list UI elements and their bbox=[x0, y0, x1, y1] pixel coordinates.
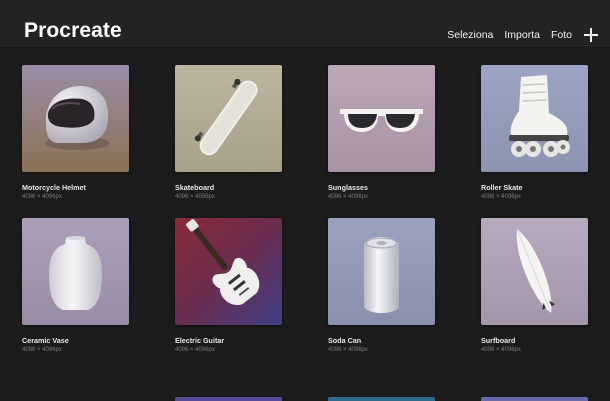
artwork-title: Ceramic Vase bbox=[22, 336, 69, 345]
artwork-size: 4096 × 4096px bbox=[22, 194, 62, 200]
artwork-card[interactable]: Soda Can 4096 × 4096px bbox=[328, 218, 435, 353]
artwork-size: 4096 × 4096px bbox=[22, 347, 62, 353]
artwork-card[interactable]: Skateboard 4096 × 4096px bbox=[175, 65, 282, 200]
artwork-title: Electric Guitar bbox=[175, 336, 225, 345]
app-title: Procreate bbox=[24, 19, 122, 42]
artwork-thumbnail[interactable] bbox=[481, 65, 588, 172]
import-button[interactable]: Importa bbox=[504, 29, 540, 41]
artwork-card[interactable]: Motorcycle Helmet 4096 × 4096px bbox=[22, 65, 129, 200]
artwork-thumbnail-partial[interactable] bbox=[175, 397, 282, 401]
artwork-thumbnail-partial[interactable] bbox=[328, 397, 435, 401]
artwork-size: 4096 × 4096px bbox=[328, 194, 368, 200]
artwork-size: 4096 × 4096px bbox=[481, 194, 521, 200]
artwork-title: Skateboard bbox=[175, 183, 215, 192]
guitar-artwork bbox=[175, 218, 282, 325]
artwork-title: Sunglasses bbox=[328, 183, 368, 192]
artwork-thumbnail-partial[interactable] bbox=[481, 397, 588, 401]
artwork-thumbnail[interactable] bbox=[481, 218, 588, 325]
artwork-thumbnail[interactable] bbox=[328, 218, 435, 325]
artwork-title: Motorcycle Helmet bbox=[22, 183, 86, 192]
artwork-size: 4096 × 4096px bbox=[481, 347, 521, 353]
artwork-thumbnail[interactable] bbox=[328, 65, 435, 172]
top-bar: Procreate Seleziona Importa Foto bbox=[0, 0, 610, 46]
artwork-thumbnail[interactable] bbox=[175, 65, 282, 172]
artwork-gallery: Motorcycle Helmet 4096 × 4096px Skateboa… bbox=[0, 46, 610, 401]
sunglasses-artwork bbox=[328, 65, 435, 172]
soda-can-artwork bbox=[328, 218, 435, 325]
artwork-card[interactable]: Roller Skate 4096 × 4096px bbox=[481, 65, 588, 200]
artwork-title: Roller Skate bbox=[481, 183, 523, 192]
artwork-size: 4096 × 4096px bbox=[175, 347, 215, 353]
artwork-size: 4096 × 4096px bbox=[328, 347, 368, 353]
roller-skate-artwork bbox=[481, 65, 588, 172]
artwork-size: 4096 × 4096px bbox=[175, 194, 215, 200]
top-nav: Seleziona Importa Foto bbox=[436, 26, 610, 44]
artwork-card[interactable]: Electric Guitar 4096 × 4096px bbox=[175, 218, 282, 353]
vase-artwork bbox=[22, 218, 129, 325]
select-button[interactable]: Seleziona bbox=[447, 29, 493, 41]
artwork-card[interactable]: Ceramic Vase 4096 × 4096px bbox=[22, 218, 129, 353]
artwork-card[interactable]: Sunglasses 4096 × 4096px bbox=[328, 65, 435, 200]
artwork-title: Surfboard bbox=[481, 336, 516, 345]
artwork-thumbnail[interactable] bbox=[22, 65, 129, 172]
surfboard-artwork bbox=[481, 218, 588, 325]
helmet-artwork bbox=[22, 65, 129, 172]
artwork-thumbnail[interactable] bbox=[22, 218, 129, 325]
artwork-title: Soda Can bbox=[328, 336, 362, 345]
photo-button[interactable]: Foto bbox=[551, 29, 572, 41]
skateboard-artwork bbox=[175, 65, 282, 172]
artwork-thumbnail[interactable] bbox=[175, 218, 282, 325]
artwork-card[interactable]: Surfboard 4096 × 4096px bbox=[481, 218, 588, 353]
plus-icon[interactable] bbox=[584, 28, 598, 42]
